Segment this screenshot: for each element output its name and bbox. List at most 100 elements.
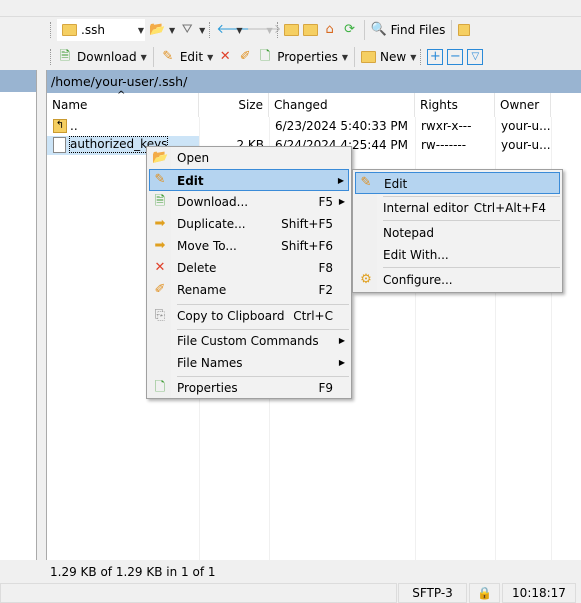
column-changed[interactable]: Changed [269,93,415,117]
table-row[interactable]: ↰.. 6/23/2024 5:40:33 PM rwxr-x--- your-… [47,117,555,136]
new-button[interactable]: New [380,50,406,64]
chevron-down-icon[interactable]: ▼ [199,26,205,35]
lock-icon[interactable]: 🔒 [469,583,500,603]
home-icon[interactable]: ⌂ [322,22,338,38]
clock-status: 10:18:17 [502,583,576,603]
edit-button[interactable]: Edit [180,50,203,64]
column-rights[interactable]: Rights [415,93,495,117]
toolbar-grip[interactable] [50,22,53,38]
chevron-down-icon[interactable]: ▼ [236,26,242,35]
menu-item-rename[interactable]: ✐ Rename F2 [149,279,349,301]
chevron-down-icon[interactable]: ▼ [266,26,272,35]
refresh-icon[interactable]: ⟳ [342,22,358,38]
duplicate-icon: ➡ [154,216,166,231]
divider [152,47,154,67]
divider [354,47,356,67]
menu-item-properties[interactable]: 🗋 Properties F9 [149,377,349,399]
download-icon: 🗎 [59,49,71,64]
column-size[interactable]: Size [199,93,269,117]
move-icon: ➡ [154,238,166,253]
sort-ascending-icon: ^ [117,90,126,101]
chevron-down-icon[interactable]: ▼ [169,26,175,35]
protocol-status: SFTP-3 [398,583,467,603]
properties-icon: 🗋 [259,49,271,64]
root-directory-icon[interactable] [302,24,318,36]
find-files-button[interactable]: Find Files [391,23,446,37]
download-icon: 🗎 [154,194,166,209]
menu-item-download[interactable]: 🗎 Download... F5 ▶ [149,191,349,213]
delete-icon: ✕ [154,260,166,275]
menu-item-duplicate[interactable]: ➡ Duplicate... Shift+F5 [149,213,349,235]
folder-open-icon: 📂 [152,150,169,165]
chevron-right-icon: ▶ [337,176,344,185]
clipboard-icon: ⎘ [154,308,166,323]
chevron-down-icon[interactable]: ▼ [138,26,144,35]
open-folder-icon[interactable]: 📂 [149,22,165,38]
toolbar-grip[interactable] [276,22,280,38]
menu-item-file-custom-commands[interactable]: File Custom Commands ▶ [149,330,349,352]
chevron-right-icon: ▶ [338,358,345,367]
chevron-down-icon[interactable]: ▼ [342,53,348,62]
rename-icon: ✐ [154,282,166,297]
divider [383,220,560,221]
divider [383,267,560,268]
menu-item-move-to[interactable]: ➡ Move To... Shift+F6 [149,235,349,257]
status-panel [0,583,397,603]
chevron-right-icon: ▶ [338,197,345,206]
properties-button[interactable]: Properties [277,50,338,64]
toolbar-navigation: .ssh ▼ 📂 ▼ ⛛ ▼ 🡐 ▼ 🡒 ▼ ⌂ ⟳ 🔍 Find Files [50,18,471,42]
toolbar-grip[interactable] [209,22,212,38]
toolbar-grip[interactable] [50,49,53,65]
local-path-bar [0,70,36,92]
menu-item-copy-to-clipboard[interactable]: ⎘ Copy to Clipboard Ctrl+C [149,305,349,327]
tree-icon[interactable] [458,24,471,36]
filter-select-icon[interactable]: ▽ [467,49,484,65]
menu-item-open[interactable]: 📂 Open [149,147,349,169]
toolbar-file: 🗎 Download ▼ ✎ Edit ▼ ✕ ✐ 🗋 Properties ▼ New ▼ … [50,45,484,69]
parent-directory-icon: ↰ [53,119,67,133]
folder-icon [62,24,77,36]
chevron-down-icon[interactable]: ▼ [410,53,416,62]
edit-submenu: ✎ Edit Internal editor Ctrl+Alt+F4 Notepad… [352,169,563,293]
gear-icon: ⚙ [360,272,372,287]
submenu-item-configure[interactable]: ⚙ Configure... [355,269,560,291]
divider [0,16,581,17]
chevron-down-icon[interactable]: ▼ [141,53,147,62]
filter-icon[interactable]: ⛛ [179,22,195,38]
context-menu: 📂 Open ✎ Edit ▶ 🗎 Download... F5 ▶ ➡ Duplicate.… [146,146,352,399]
chevron-right-icon: ▶ [338,336,345,345]
find-files-icon: 🔍 [370,22,387,37]
parent-directory-icon[interactable] [283,24,299,36]
edit-icon: ✎ [360,175,372,190]
menu-item-delete[interactable]: ✕ Delete F8 [149,257,349,279]
unselect-minus-icon[interactable]: − [447,49,464,65]
column-owner[interactable]: Owner [495,93,551,117]
column-headers: Name ^ Size Changed Rights Owner [47,90,581,117]
menu-item-file-names[interactable]: File Names ▶ [149,352,349,374]
properties-icon: 🗋 [154,380,166,395]
toolbar-grip[interactable] [420,49,423,65]
download-button[interactable]: Download [77,50,137,64]
submenu-item-notepad[interactable]: Notepad [355,222,560,244]
divider [363,20,365,40]
submenu-item-edit[interactable]: ✎ Edit [355,172,560,194]
path-bar: /home/your-user/.ssh/ [47,70,581,93]
submenu-item-edit-with[interactable]: Edit With... [355,244,560,266]
delete-icon[interactable]: ✕ [217,49,233,65]
divider [451,20,453,40]
file-icon [53,137,66,153]
selection-status: 1.29 KB of 1.29 KB in 1 of 1 [50,565,216,579]
edit-icon: ✎ [154,172,166,187]
submenu-item-internal-editor[interactable]: Internal editor Ctrl+Alt+F4 [355,197,560,219]
select-plus-icon[interactable]: + [427,49,444,65]
menu-item-edit[interactable]: ✎ Edit ▶ [149,169,349,191]
forward-arrow-icon[interactable]: 🡒 [246,22,281,38]
chevron-down-icon[interactable]: ▼ [207,53,213,62]
edit-icon: ✎ [162,49,174,64]
back-arrow-icon[interactable]: 🡐 [216,22,251,38]
column-name[interactable]: Name ^ [47,90,199,117]
new-icon [361,51,377,63]
location-combo[interactable]: .ssh ▼ [57,19,145,41]
rename-icon[interactable]: ✐ [237,49,253,65]
local-panel[interactable] [0,70,37,560]
